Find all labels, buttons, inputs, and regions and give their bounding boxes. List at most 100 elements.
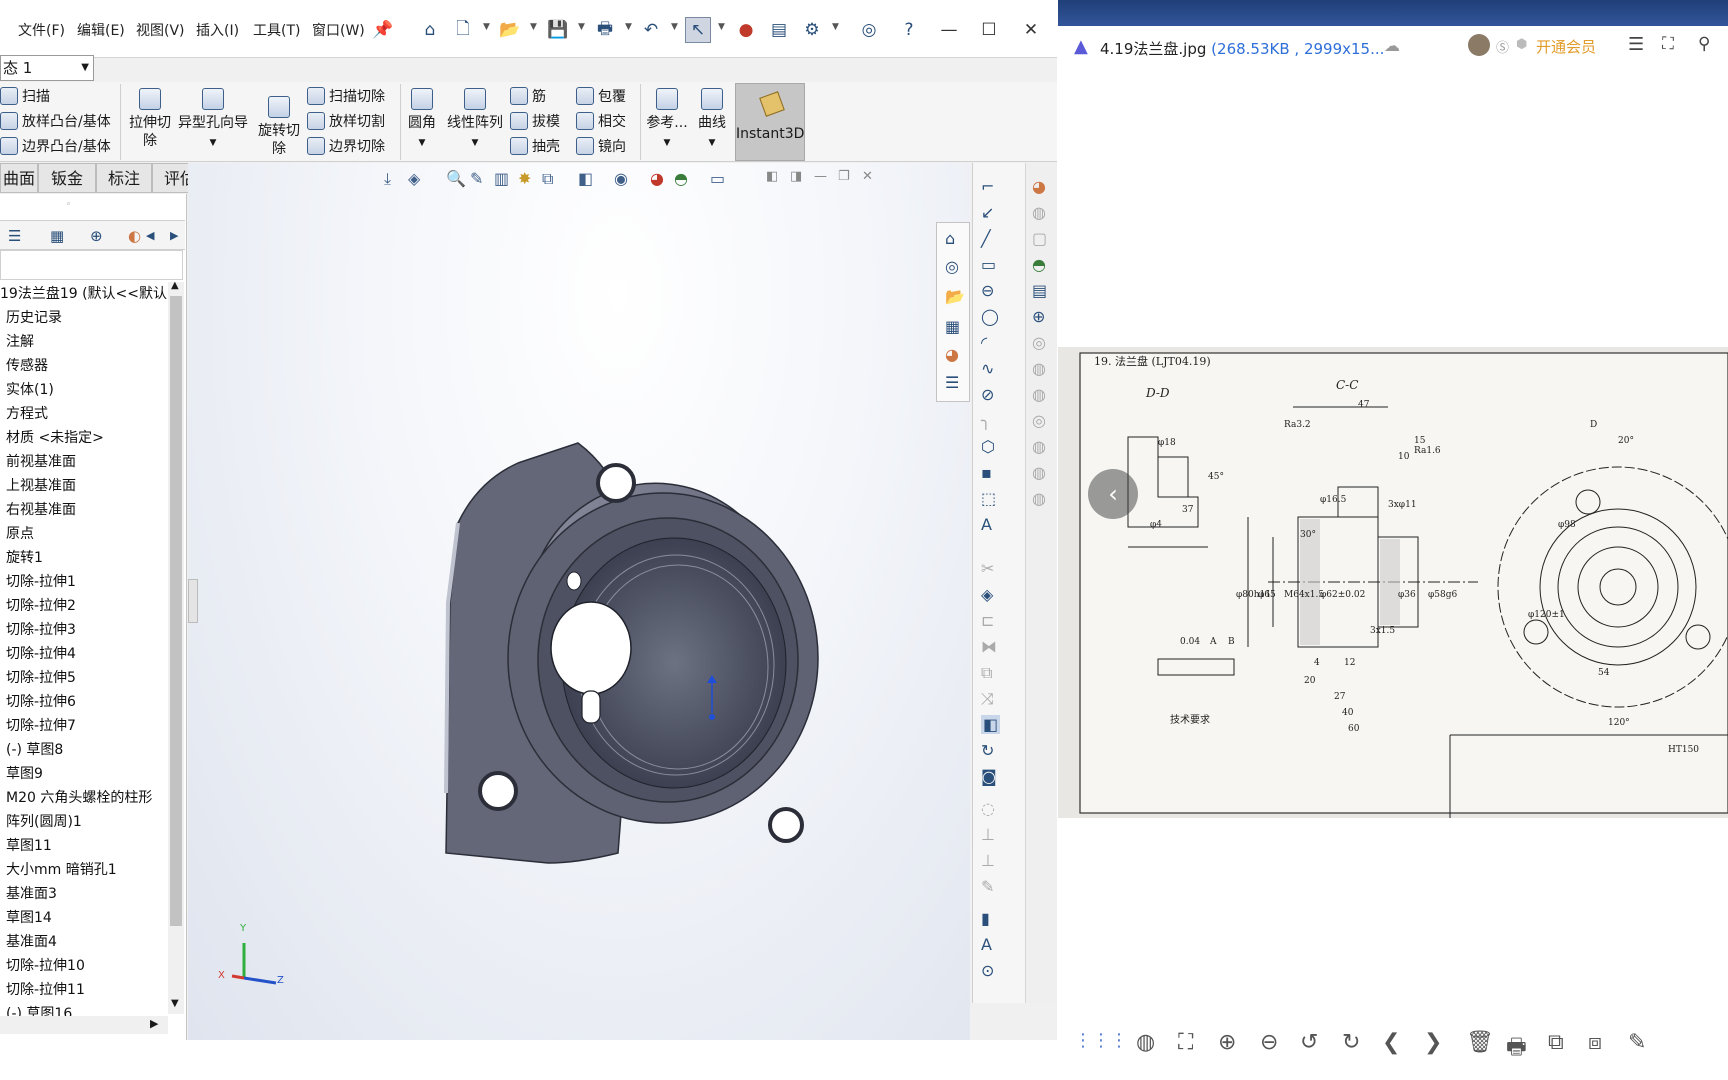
select-cursor-icon[interactable]: ↖	[685, 17, 711, 43]
chevron-down-icon[interactable]: ▼	[578, 22, 585, 32]
move-entities-icon[interactable]: ⤨	[981, 689, 994, 709]
copy-icon[interactable]: ⧉	[1548, 1030, 1564, 1055]
tree-item[interactable]: 传感器	[0, 354, 168, 378]
file-explorer-icon[interactable]: 📂	[945, 287, 965, 306]
undo-icon[interactable]: ↶	[638, 17, 664, 43]
view-palette-icon[interactable]: ▦	[945, 317, 960, 336]
boundary-cut-button[interactable]: 边界切除	[307, 136, 385, 156]
tree-item[interactable]: 注解	[0, 330, 168, 354]
tree-item[interactable]: M20 六角头螺栓的柱形	[0, 786, 168, 810]
repair-sketch-icon[interactable]: ✎	[981, 877, 994, 896]
chevron-down-icon[interactable]: ▼	[709, 138, 716, 148]
drawing-photo[interactable]: 19. 法兰盘 (LJT04.19) D-D C-C 47 15 10 Ra3.…	[1058, 347, 1728, 818]
extrude-cut-button[interactable]: 拉伸切除	[124, 88, 176, 150]
scene-icon[interactable]: ◓	[1032, 255, 1046, 274]
chevron-down-icon[interactable]: ▼	[832, 22, 839, 32]
text-icon[interactable]: A	[981, 515, 992, 534]
target-icon[interactable]: ⊙	[981, 961, 994, 980]
sweep-button[interactable]: 扫描	[0, 86, 50, 106]
tree-item[interactable]: 切除-拉伸3	[0, 618, 168, 642]
chevron-right-icon[interactable]: ▶	[170, 229, 178, 242]
configuration-manager-icon[interactable]: ⊕	[90, 227, 103, 245]
display-manager-icon[interactable]: ◐	[128, 227, 141, 245]
chevron-right-icon[interactable]: ▶	[150, 1017, 158, 1030]
wrap-button[interactable]: 包覆	[576, 86, 626, 106]
zoom-in-icon[interactable]: ⊕	[1218, 1030, 1236, 1055]
tree-item[interactable]: 切除-拉伸7	[0, 714, 168, 738]
smart-dimension-icon[interactable]: ↙	[981, 203, 994, 222]
trim-icon[interactable]: ✂	[981, 559, 994, 578]
print-icon[interactable]: 🖶	[1506, 1030, 1527, 1068]
tree-root-part[interactable]: 19法兰盘19 (默认<<默认	[0, 282, 168, 306]
property-manager-icon[interactable]: ▦	[50, 227, 64, 245]
vip-upgrade-link[interactable]: 开通会员	[1536, 36, 1596, 57]
tab-sheet-metal[interactable]: 钣金	[38, 163, 96, 193]
chevron-up-icon[interactable]: ▲	[171, 280, 179, 291]
chevron-down-icon[interactable]: ▼	[419, 138, 426, 148]
loft-boss-button[interactable]: 放样凸台/基体	[0, 111, 111, 131]
gear-icon[interactable]: ⚙	[799, 17, 825, 43]
appearances-icon[interactable]: ◕	[945, 345, 959, 364]
avatar[interactable]	[1468, 34, 1490, 56]
home-icon[interactable]: ⌂	[417, 17, 443, 43]
fillet-button[interactable]: 圆角 ▼	[404, 88, 440, 152]
tree-item[interactable]: 基准面3	[0, 882, 168, 906]
cloud-upload-icon[interactable]: ☁	[1384, 36, 1400, 55]
tree-horizontal-scrollbar[interactable]: ▶	[0, 1016, 168, 1034]
fullscreen-icon[interactable]: ⛶	[1662, 34, 1674, 54]
chevron-down-icon[interactable]: ▼	[483, 22, 490, 32]
tree-item[interactable]: 阵列(圆周)1	[0, 810, 168, 834]
tree-item[interactable]: 右视基准面	[0, 498, 168, 522]
tree-item[interactable]: 切除-拉伸6	[0, 690, 168, 714]
edit-icon[interactable]: ✎	[1628, 1030, 1646, 1055]
book-icon[interactable]: ▮	[981, 909, 990, 928]
rectangle-icon[interactable]: ▭	[981, 255, 996, 274]
tree-item[interactable]: 草图11	[0, 834, 168, 858]
menu-insert[interactable]: 插入(I)	[196, 20, 239, 40]
menu-tools[interactable]: 工具(T)	[253, 20, 300, 40]
custom-properties-icon[interactable]: ☰	[945, 373, 959, 392]
rotate-left-icon[interactable]: ↺	[1300, 1030, 1318, 1055]
hole-icon[interactable]: ◙	[981, 767, 997, 786]
chevron-left-icon[interactable]: ◀	[146, 229, 154, 242]
chevron-down-icon[interactable]: ▼	[472, 138, 479, 148]
polygon-icon[interactable]: ⬡	[981, 437, 995, 456]
circle-icon[interactable]: ◯	[981, 307, 999, 326]
delete-icon[interactable]: 🗑	[1466, 1030, 1494, 1055]
scrollbar-thumb[interactable]	[170, 296, 182, 926]
mirror-button[interactable]: 镜向	[576, 136, 626, 156]
reference-geometry-button[interactable]: 参考... ▼	[644, 88, 690, 152]
linear-sketch-pattern-icon[interactable]: ⧉	[981, 663, 992, 683]
minimize-icon[interactable]: —	[936, 17, 962, 43]
intersect-button[interactable]: 相交	[576, 111, 626, 131]
configuration-select[interactable]: 态 1 ▼	[0, 55, 94, 81]
chevron-down-icon[interactable]: ▼	[664, 138, 671, 148]
curves-button[interactable]: 曲线 ▼	[692, 88, 732, 152]
tree-item[interactable]: 材质 <未指定>	[0, 426, 168, 450]
sketch-icon[interactable]: ⌐	[981, 177, 994, 196]
note-text-icon[interactable]: A	[981, 935, 992, 954]
fit-window-icon[interactable]: ⛶	[1178, 1030, 1193, 1055]
line-icon[interactable]: ╱	[981, 229, 991, 248]
tree-item[interactable]: 草图9	[0, 762, 168, 786]
new-document-icon[interactable]: 🗋	[450, 17, 476, 43]
user-account-icon[interactable]: ◎	[856, 17, 882, 43]
flange-model[interactable]	[188, 163, 970, 1040]
tree-item[interactable]: 切除-拉伸1	[0, 570, 168, 594]
chevron-down-icon[interactable]: ▼	[718, 22, 725, 32]
loft-cut-button[interactable]: 放样切割	[307, 111, 385, 131]
instant3d-button[interactable]: Instant3D	[735, 83, 805, 161]
extrude-boss-icon[interactable]: ◧	[981, 715, 1001, 734]
menu-window[interactable]: 窗口(W)	[312, 20, 365, 40]
help-icon[interactable]: ?	[896, 17, 922, 43]
convert-entities-icon[interactable]: ◈	[981, 585, 993, 604]
chevron-down-icon[interactable]: ▼	[671, 22, 678, 32]
tree-item[interactable]: 上视基准面	[0, 474, 168, 498]
tree-scrollbar[interactable]: ▲ ▼	[168, 280, 184, 1014]
tab-markup[interactable]: 标注	[96, 163, 152, 193]
ground-icon[interactable]: ⊥	[981, 851, 995, 870]
arc-icon[interactable]: ◜	[981, 333, 987, 352]
rotate-right-icon[interactable]: ↻	[1342, 1030, 1360, 1055]
save-icon[interactable]: 💾	[545, 17, 571, 43]
next-image-icon[interactable]: ❯	[1424, 1030, 1442, 1055]
